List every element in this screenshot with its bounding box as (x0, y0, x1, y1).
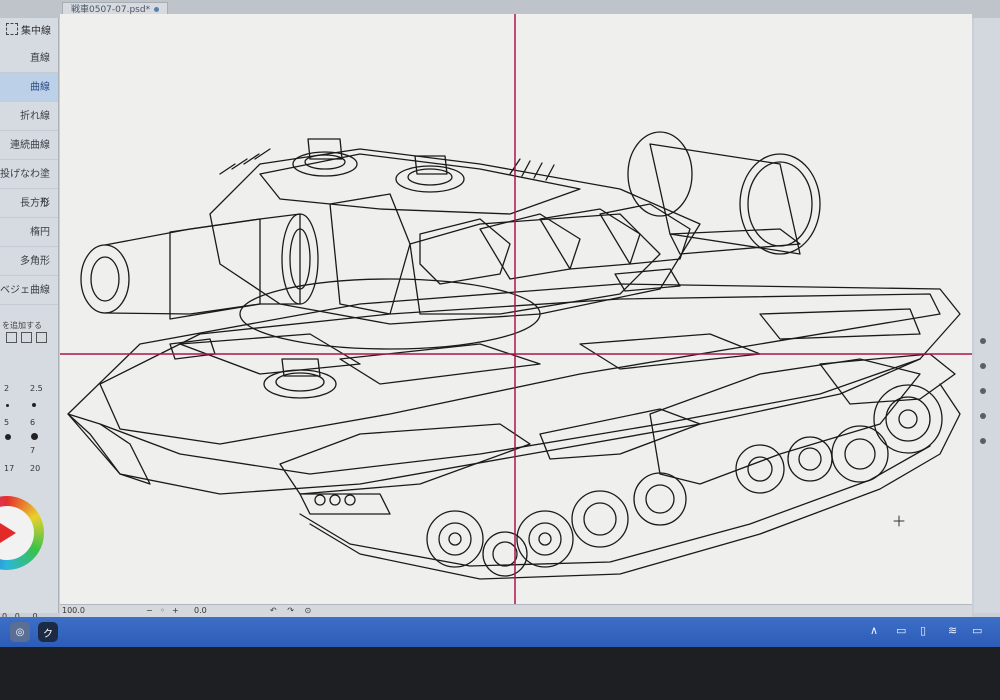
taskbar: ◎ ク ∧ ▭ ▯ ≋ ▭ (0, 617, 1000, 647)
taskbar-app-icon[interactable]: ◎ (10, 622, 30, 642)
front-armor (67, 413, 151, 485)
brush-size-value[interactable]: 2.5 (30, 384, 43, 393)
turret-cheek (329, 193, 411, 315)
hull-top-deck (99, 293, 941, 445)
tool-ellipse[interactable]: 楕円 (0, 218, 58, 247)
monitor-bezel (0, 647, 1000, 700)
rotate-controls[interactable]: ↶ ↷ ⊙ (270, 605, 315, 617)
zoom-in-button[interactable]: + (172, 605, 179, 617)
brush-size-value[interactable]: 6 (30, 418, 35, 427)
brush-dot[interactable] (5, 434, 11, 440)
tool-polygon[interactable]: 多角形 (0, 247, 58, 276)
tool-lasso-fill[interactable]: 投げなわ塗り (0, 160, 58, 209)
panel-marker[interactable] (980, 438, 986, 444)
side-skirt (279, 423, 531, 495)
brush-dot[interactable] (6, 404, 9, 407)
brush-size-value[interactable]: 17 (4, 464, 14, 473)
copy-icon[interactable] (21, 332, 32, 343)
turret-body (209, 148, 701, 325)
fuel-drum (649, 143, 801, 255)
gun-barrel (104, 213, 301, 315)
brush-size-value[interactable]: 7 (30, 446, 35, 455)
selection-label: 集中線 (21, 25, 51, 37)
right-panel (974, 18, 1000, 613)
tank-lineart (60, 14, 972, 611)
tool-curve[interactable]: 曲線 (0, 73, 58, 102)
tool-straight-line[interactable]: 直線 (0, 44, 58, 73)
trash-icon[interactable] (36, 332, 47, 343)
panel-marker[interactable] (980, 363, 986, 369)
loader-hatch (395, 165, 465, 193)
panel-marker[interactable] (980, 388, 986, 394)
panel-marker[interactable] (980, 338, 986, 344)
rotation-angle-value[interactable]: 0.0 (194, 605, 207, 617)
side-skirt (539, 408, 701, 460)
zoom-slider-icon[interactable]: ◦ (160, 605, 165, 617)
zoom-value[interactable]: 100.0 (62, 605, 85, 617)
selection-icon (6, 23, 18, 35)
selection-tool-row[interactable]: 集中線 (0, 18, 58, 40)
sub-tool-list: 直線 曲線 折れ線 連続曲線 投げなわ塗り 長方形 楕円 多角形 ベジェ曲線 (0, 44, 58, 305)
canvas-status-bar: 100.0 − ◦ + 0.0 ↶ ↷ ⊙ (60, 604, 972, 617)
side-skirt (649, 358, 921, 485)
hull-hatch (263, 369, 337, 399)
crosshair-cursor (893, 515, 905, 527)
brush-dot[interactable] (31, 433, 38, 440)
clip-studio-app-icon[interactable]: ク (38, 622, 58, 642)
app-window: 戦車0507-07.psd* 集中線 直線 曲線 折れ線 連続曲線 投げなわ塗り… (0, 0, 1000, 650)
wifi-icon[interactable]: ≋ (948, 624, 957, 637)
battery-icon[interactable]: ▯ (920, 624, 926, 637)
brush-size-palette: 2 2.5 5 6 7 17 20 (0, 378, 58, 478)
hull-front-plate (99, 358, 921, 475)
panel-marker[interactable] (980, 413, 986, 419)
zoom-out-button[interactable]: − (146, 605, 153, 617)
tool-continuous-curve[interactable]: 連続曲線 (0, 131, 58, 160)
tool-rectangle[interactable]: 長方形 (0, 189, 58, 218)
drawing-canvas[interactable] (60, 14, 972, 611)
add-subtool-label: を追加する (2, 321, 42, 330)
tray-device-icon[interactable]: ▭ (896, 624, 906, 637)
notification-icon[interactable]: ▭ (972, 624, 982, 637)
save-icon[interactable] (6, 332, 17, 343)
brush-dot[interactable] (32, 403, 36, 407)
hull-panel (759, 308, 921, 340)
brush-size-value[interactable]: 2 (4, 384, 9, 393)
tray-expand-icon[interactable]: ∧ (870, 624, 878, 637)
hull-panel (339, 343, 541, 385)
smoke-launchers (219, 148, 271, 175)
gun-muzzle (80, 244, 130, 314)
color-wheel[interactable] (0, 496, 44, 570)
armor-box (479, 213, 581, 280)
unsaved-dot-icon (154, 7, 160, 12)
subtool-actions (6, 332, 47, 343)
brush-size-value[interactable]: 20 (30, 464, 40, 473)
brush-size-value[interactable]: 5 (4, 418, 9, 427)
tool-property-panel: 集中線 直線 曲線 折れ線 連続曲線 投げなわ塗り 長方形 楕円 多角形 ベジェ… (0, 18, 59, 621)
color-indicator-icon (0, 523, 16, 543)
tool-polyline[interactable]: 折れ線 (0, 102, 58, 131)
hull-panel (579, 333, 761, 370)
tool-bezier[interactable]: ベジェ曲線 (0, 276, 58, 305)
front-light-strip (299, 493, 391, 515)
headlight (314, 494, 326, 506)
